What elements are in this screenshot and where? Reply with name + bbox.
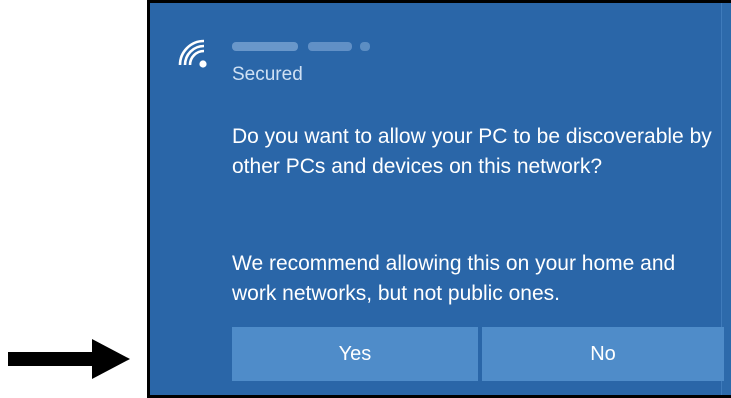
screenshot-stage: Secured Do you want to allow your PC to …: [0, 0, 731, 398]
no-button-label: No: [590, 342, 616, 365]
recommendation-text: We recommend allowing this on your home …: [232, 252, 676, 305]
annotation-arrow-icon: [8, 339, 130, 379]
no-button[interactable]: No: [482, 327, 724, 381]
discoverable-question: Do you want to allow your PC to be disco…: [232, 125, 712, 178]
network-name-redacted: [232, 36, 392, 56]
yes-button[interactable]: Yes: [232, 327, 478, 381]
network-discovery-panel: Secured Do you want to allow your PC to …: [147, 0, 731, 398]
wifi-icon: [178, 39, 207, 68]
yes-button-label: Yes: [338, 342, 372, 365]
network-security-status: Secured: [232, 64, 303, 85]
